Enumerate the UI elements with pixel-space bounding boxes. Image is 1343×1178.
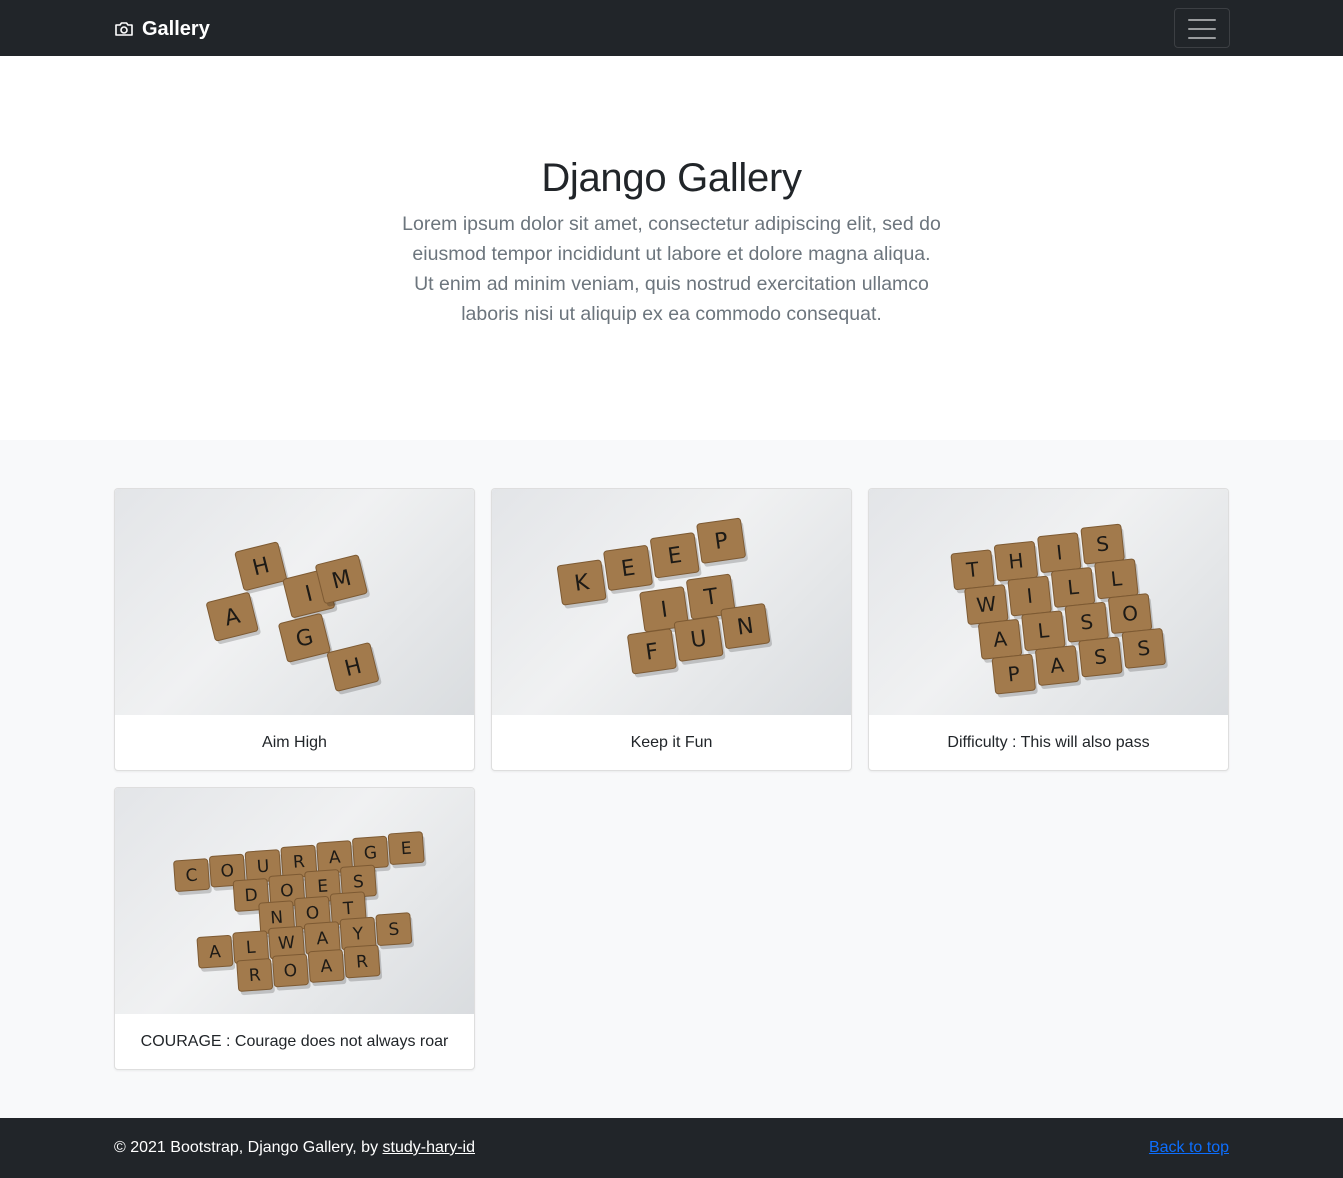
letter-tile: A xyxy=(1035,645,1081,689)
letter-tile: F xyxy=(627,628,679,678)
menu-icon xyxy=(1188,19,1216,39)
svg-text:P: P xyxy=(1006,661,1021,686)
svg-text:O: O xyxy=(1121,601,1139,627)
svg-text:A: A xyxy=(992,626,1008,651)
letter-tile: R xyxy=(343,944,383,982)
card-image: KEEPITFUN xyxy=(492,489,851,715)
svg-text:O: O xyxy=(280,881,295,902)
svg-text:U: U xyxy=(256,856,270,877)
back-to-top-link[interactable]: Back to top xyxy=(1149,1137,1229,1159)
svg-text:S: S xyxy=(1079,609,1094,634)
svg-text:S: S xyxy=(388,920,400,941)
svg-text:S: S xyxy=(352,872,364,893)
card-caption: COURAGE : Courage does not always roar xyxy=(140,1033,449,1050)
letter-tile: G xyxy=(278,613,333,666)
letter-tile: U xyxy=(673,616,726,665)
brand-link[interactable]: Gallery xyxy=(114,16,210,42)
top-navbar: Gallery xyxy=(0,0,1343,56)
gallery-card[interactable]: KEEPITFUN Keep it Fun xyxy=(491,488,852,771)
card-caption: Difficulty : This will also pass xyxy=(947,734,1150,751)
svg-text:A: A xyxy=(316,929,329,950)
author-link[interactable]: study-hary-id xyxy=(383,1139,475,1156)
card-image: COURAGEDOESNOTALWAYSROAR xyxy=(115,788,474,1014)
letter-tile: E xyxy=(650,532,702,582)
svg-text:Y: Y xyxy=(351,924,364,945)
svg-text:T: T xyxy=(341,899,354,920)
svg-text:U: U xyxy=(689,626,708,653)
letter-tile: E xyxy=(603,545,655,594)
letter-tile: S xyxy=(375,912,414,950)
svg-text:A: A xyxy=(320,956,333,977)
svg-text:A: A xyxy=(209,942,222,963)
letter-tile: R xyxy=(236,958,275,996)
svg-text:A: A xyxy=(328,847,341,868)
letter-tile: C xyxy=(173,858,212,896)
copyright-text: © 2021 Bootstrap, Django Gallery, by stu… xyxy=(114,1137,475,1159)
letter-tile: A xyxy=(196,934,236,972)
svg-text:D: D xyxy=(244,885,258,906)
svg-text:O: O xyxy=(305,903,320,924)
svg-text:N: N xyxy=(270,908,284,929)
svg-text:E: E xyxy=(400,839,412,860)
letter-tile: A xyxy=(307,949,347,987)
svg-text:H: H xyxy=(1007,548,1024,573)
svg-text:S: S xyxy=(1136,636,1151,661)
camera-icon xyxy=(114,19,134,39)
navbar-toggler-button[interactable] xyxy=(1174,8,1230,48)
svg-text:O: O xyxy=(283,961,298,982)
brand-label: Gallery xyxy=(142,17,210,40)
svg-text:G: G xyxy=(363,843,378,864)
letter-tile: E xyxy=(387,831,427,869)
hero-section: Django Gallery Lorem ipsum dolor sit ame… xyxy=(0,56,1343,440)
card-caption: Keep it Fun xyxy=(630,734,713,751)
page-title: Django Gallery xyxy=(541,156,802,200)
letter-tile: S xyxy=(1078,636,1125,681)
svg-text:L: L xyxy=(245,938,256,959)
svg-text:C: C xyxy=(185,866,198,887)
letter-tile: A xyxy=(206,592,261,644)
gallery-card[interactable]: THISWILLALSOPASS Difficulty : This will … xyxy=(868,488,1229,771)
svg-text:W: W xyxy=(975,591,997,617)
letter-tile: S xyxy=(1121,628,1168,672)
gallery-card[interactable]: HAIMGH Aim High xyxy=(114,488,475,771)
letter-tile: P xyxy=(696,517,748,567)
letter-tile: P xyxy=(991,653,1038,698)
hero-lead-text: Lorem ipsum dolor sit amet, consectetur … xyxy=(402,213,941,325)
site-footer: © 2021 Bootstrap, Django Gallery, by stu… xyxy=(0,1118,1343,1178)
card-image: HAIMGH xyxy=(115,489,474,715)
svg-text:W: W xyxy=(277,933,295,954)
svg-text:S: S xyxy=(1093,644,1108,669)
gallery-card[interactable]: COURAGEDOESNOTALWAYSROAR COURAGE : Coura… xyxy=(114,787,475,1070)
svg-text:O: O xyxy=(220,861,235,882)
letter-tile: H xyxy=(326,642,382,695)
svg-text:R: R xyxy=(248,965,261,986)
svg-text:E: E xyxy=(317,876,329,897)
letter-tile: K xyxy=(556,559,609,609)
letter-tile: N xyxy=(720,603,772,653)
svg-text:S: S xyxy=(1095,531,1110,556)
card-caption: Aim High xyxy=(262,734,327,751)
letter-tile: H xyxy=(234,541,290,594)
letter-tile: O xyxy=(272,953,311,991)
svg-text:N: N xyxy=(736,614,756,641)
svg-text:A: A xyxy=(1049,653,1065,678)
gallery-section: HAIMGH Aim High KEEPITFUN Keep it Fun TH… xyxy=(0,440,1343,1118)
card-image: THISWILLALSOPASS xyxy=(869,489,1228,715)
copyright-prefix: © 2021 Bootstrap, Django Gallery, by xyxy=(114,1139,383,1156)
letter-tile: M xyxy=(315,554,370,607)
svg-text:R: R xyxy=(355,952,368,973)
svg-text:R: R xyxy=(292,852,305,873)
